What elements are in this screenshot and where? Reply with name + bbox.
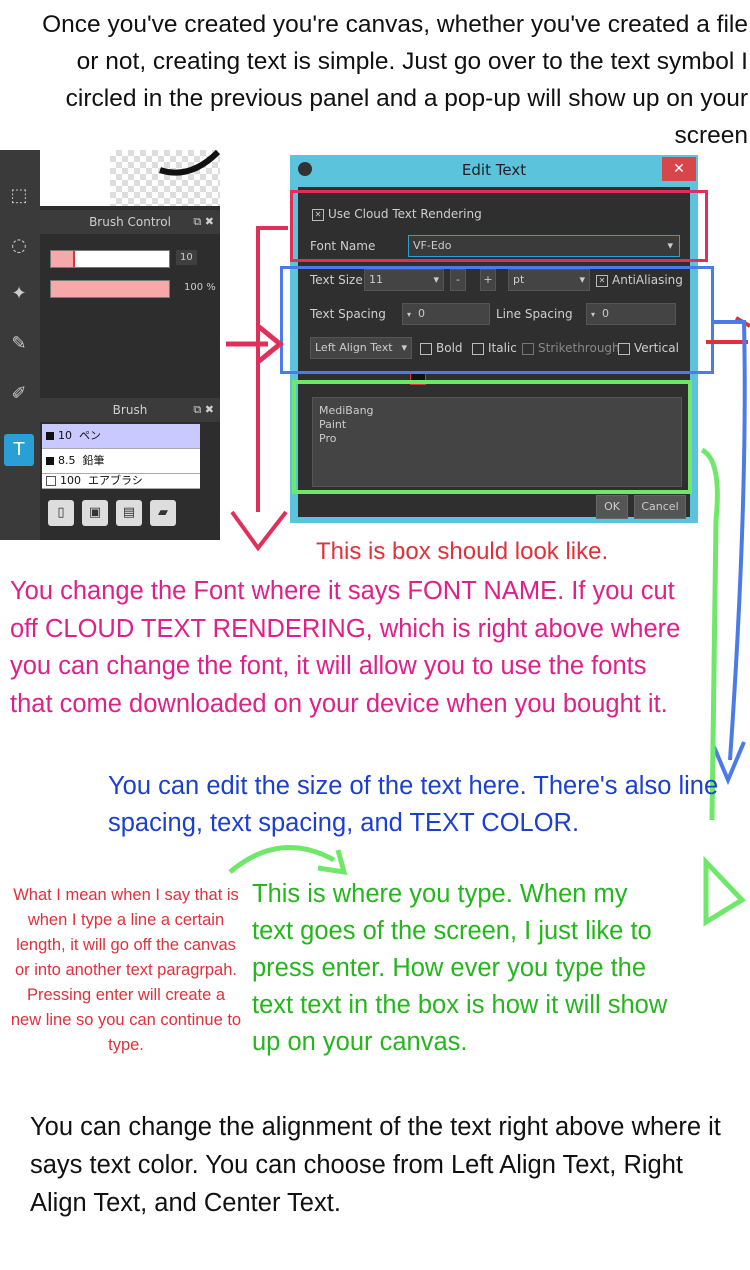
brush-opacity-value: 100 % (184, 282, 216, 293)
dialog-title: Edit Text (461, 161, 527, 179)
list-item[interactable]: 8.5 鉛筆 (42, 449, 200, 474)
swatch-icon (46, 476, 56, 486)
folder-icon[interactable]: ▰ (150, 500, 176, 526)
text-area-highlight-box (292, 380, 692, 494)
panel-close-icon[interactable]: ⧉ ✖ (193, 398, 214, 422)
font-note: You change the Font where it says FONT N… (10, 577, 681, 718)
font-highlight-box (290, 190, 708, 262)
line-note: What I mean when I say that is when I ty… (10, 886, 242, 1054)
lasso-icon[interactable]: ◌ (4, 230, 34, 262)
brush-size-slider[interactable] (50, 250, 170, 268)
canvas-transparent-area (110, 150, 220, 206)
box-look-note: This is box should look like. (316, 538, 609, 565)
brush-control-header: Brush Control ⧉ ✖ (40, 210, 220, 234)
copy-icon[interactable]: ▣ (82, 500, 108, 526)
list-item[interactable]: 100 エアブラシ (42, 474, 200, 489)
new-file-icon[interactable]: ▯ (48, 500, 74, 526)
cancel-button[interactable]: Cancel (634, 495, 686, 519)
brush-opacity-slider[interactable] (50, 280, 170, 298)
intro-text: Once you've created you're canvas, wheth… (42, 11, 748, 149)
panel-close-icon[interactable]: ⧉ ✖ (193, 210, 214, 234)
size-highlight-box (280, 266, 714, 374)
text-tool-icon[interactable]: T (4, 434, 34, 466)
select-pen-icon[interactable]: ✎ (4, 328, 34, 360)
brush-actions: ▯ ▣ ▤ ▰ (48, 500, 184, 526)
tool-bar: ⬚ ◌ ✦ ✎ ✐ T (0, 150, 40, 540)
rect-select-icon[interactable]: ⬚ (4, 180, 34, 212)
brush-list: 10 ペン 8.5 鉛筆 100 エアブラシ (42, 424, 200, 489)
magic-wand-icon[interactable]: ✦ (4, 278, 34, 310)
material-icon[interactable]: ▤ (116, 500, 142, 526)
side-panel: Brush Control ⧉ ✖ 10 100 % Brush ⧉ ✖ 10 … (40, 150, 220, 540)
brush-header: Brush ⧉ ✖ (40, 398, 220, 422)
close-button[interactable]: ✕ (662, 157, 696, 181)
select-eraser-icon[interactable]: ✐ (4, 378, 34, 410)
align-note: You can change the alignment of the text… (30, 1113, 721, 1217)
brush-title: Brush (112, 403, 148, 417)
type-note: This is where you type. When my text goe… (252, 880, 668, 1056)
brush-size-value: 10 (176, 250, 197, 265)
list-item[interactable]: 10 ペン (42, 424, 200, 449)
swatch-icon (46, 432, 54, 440)
brush-control-title: Brush Control (89, 215, 171, 229)
swatch-icon (46, 457, 54, 465)
size-note: You can edit the size of the text here. … (108, 772, 719, 837)
ok-button[interactable]: OK (596, 495, 628, 519)
